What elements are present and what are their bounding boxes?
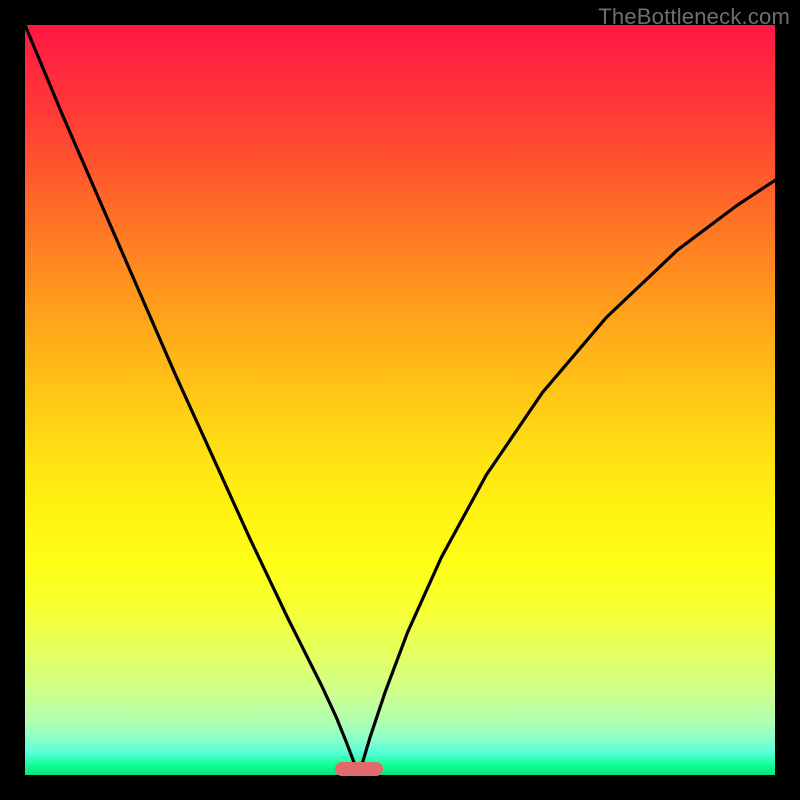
plot-area [25,25,775,775]
bottleneck-marker [335,762,383,776]
gradient-background [25,25,775,775]
